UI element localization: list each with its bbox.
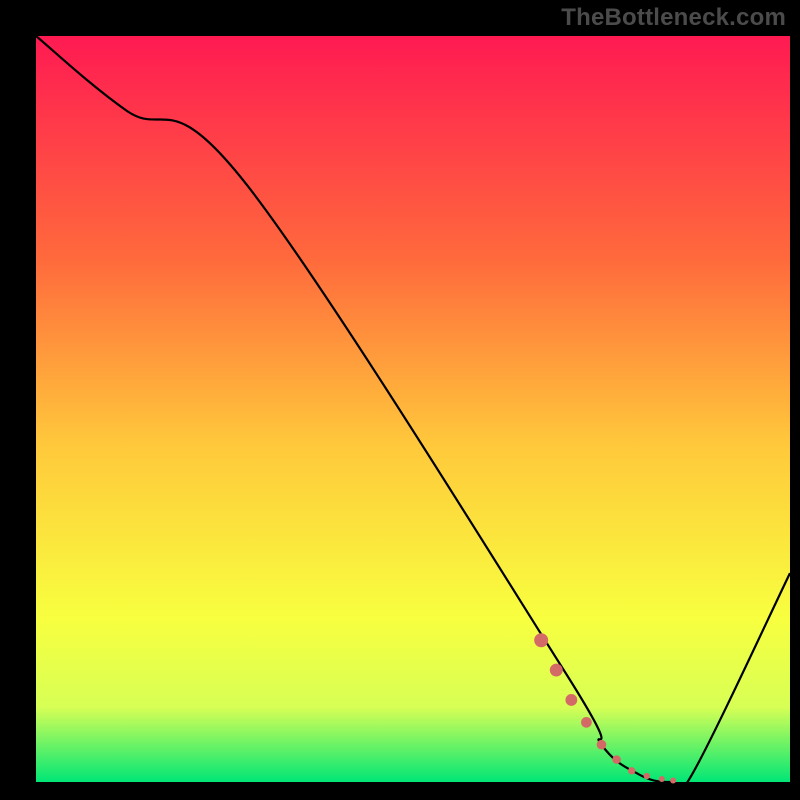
bottleneck-chart	[0, 0, 800, 800]
highlight-marker	[597, 740, 607, 750]
highlight-marker	[534, 633, 548, 647]
watermark-text: TheBottleneck.com	[561, 4, 786, 32]
highlight-marker	[612, 755, 621, 764]
plot-background	[36, 36, 790, 782]
chart-frame: TheBottleneck.com	[0, 0, 800, 800]
highlight-marker	[644, 773, 650, 779]
highlight-marker	[659, 776, 665, 782]
highlight-marker	[550, 664, 563, 677]
highlight-marker	[628, 767, 635, 774]
highlight-marker	[670, 778, 676, 784]
highlight-marker	[565, 694, 577, 706]
highlight-marker	[581, 717, 592, 728]
